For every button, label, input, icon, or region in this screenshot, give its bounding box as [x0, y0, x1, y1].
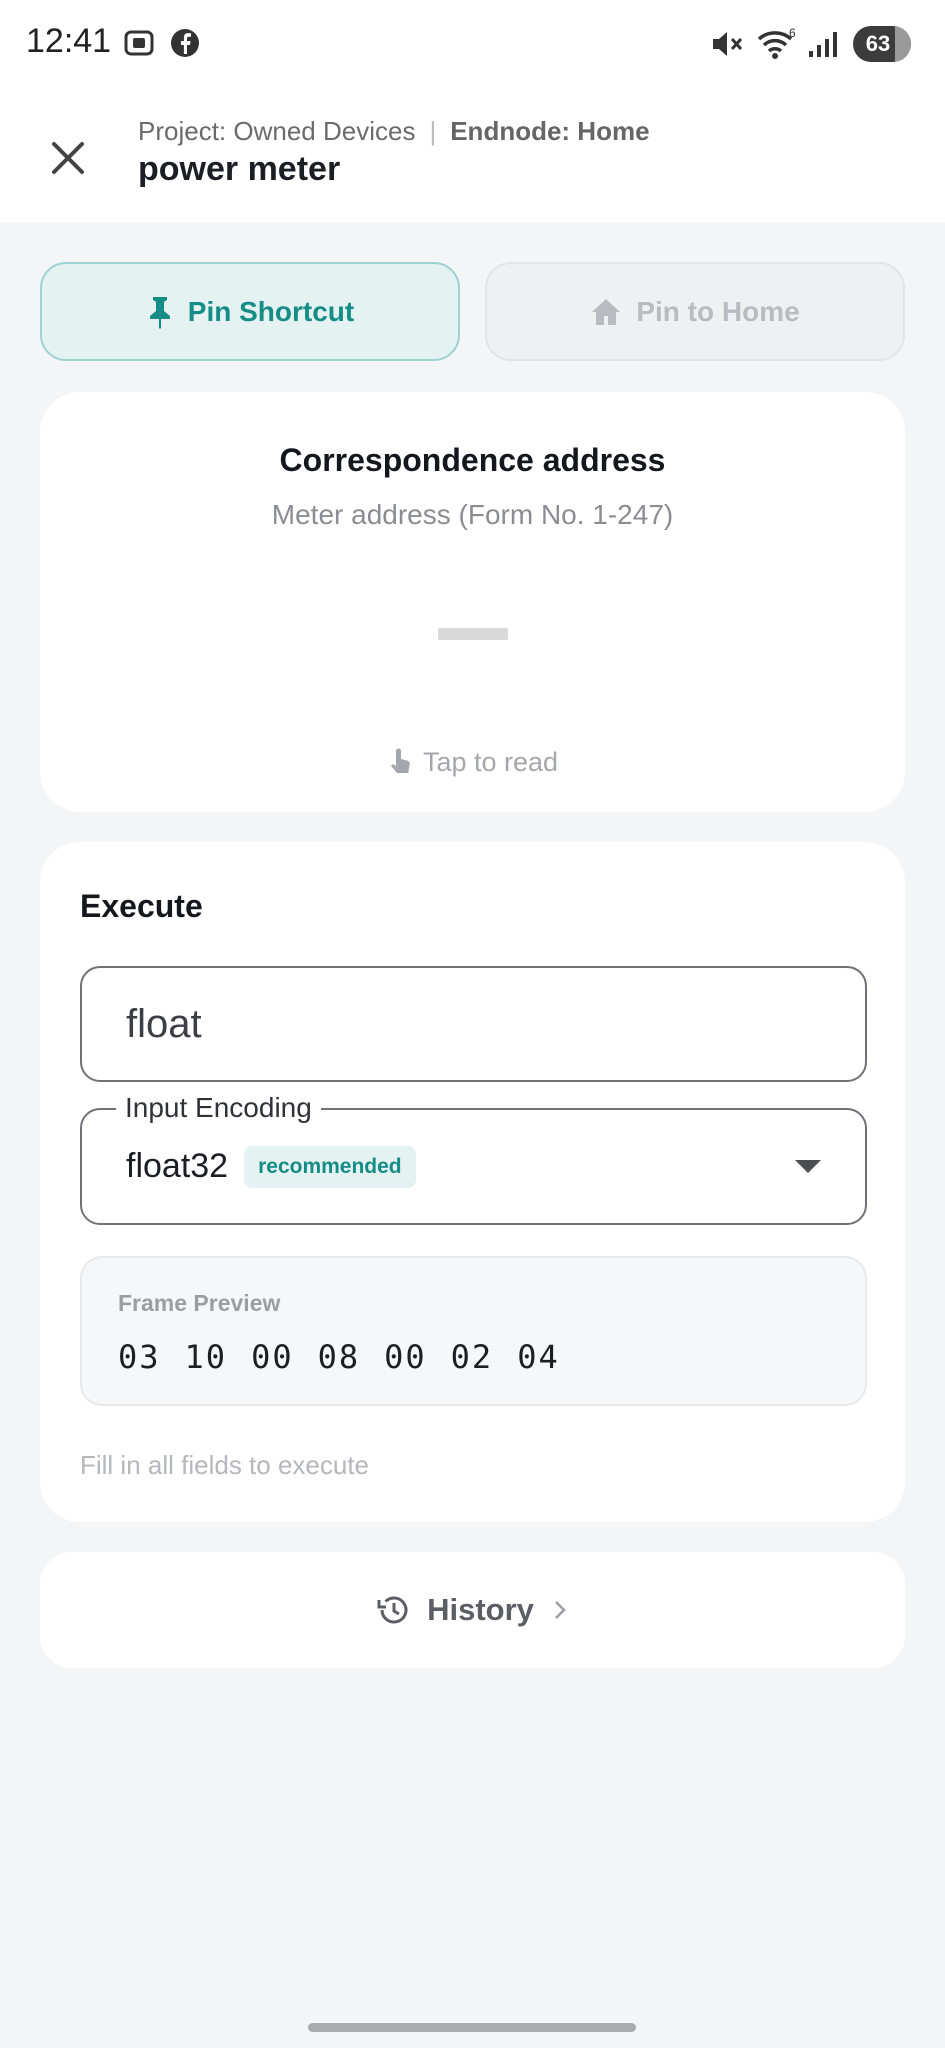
- frame-byte: 04: [517, 1338, 560, 1376]
- pin-icon: [149, 296, 170, 329]
- recommended-badge: recommended: [244, 1145, 416, 1188]
- breadcrumb-separator: |: [429, 116, 437, 146]
- pin-to-home-label: Pin to Home: [636, 295, 800, 327]
- history-label: History: [427, 1592, 534, 1627]
- execute-title: Execute: [80, 888, 203, 924]
- page-title: power meter: [138, 150, 341, 188]
- touch-icon: [390, 748, 410, 773]
- execute-card: Execute float Input Encoding float32 rec…: [40, 842, 905, 1522]
- wifi-icon: 6: [757, 27, 796, 59]
- battery-indicator: 63: [853, 26, 911, 62]
- caret-down-icon: [795, 1160, 821, 1173]
- input-encoding-value: float32: [126, 1147, 229, 1185]
- breadcrumb-endnode: Endnode: Home: [450, 116, 650, 146]
- tap-to-read-label: Tap to read: [422, 746, 559, 777]
- pin-shortcut-label: Pin Shortcut: [187, 295, 355, 327]
- frame-byte: 03: [118, 1338, 161, 1376]
- address-subtitle: Meter address (Form No. 1-247): [271, 499, 674, 530]
- frame-byte: 10: [184, 1338, 228, 1376]
- screenshot-icon: [124, 30, 154, 56]
- pin-to-home-button[interactable]: Pin to Home: [485, 262, 905, 361]
- chevron-right-icon: [555, 1601, 566, 1619]
- breadcrumb: Project: Owned Devices | Endnode: Home: [138, 116, 650, 147]
- close-button[interactable]: [38, 128, 98, 188]
- facebook-icon: [171, 29, 199, 57]
- input-encoding-select[interactable]: Input Encoding float32 recommended: [80, 1092, 867, 1225]
- frame-byte: 00: [251, 1338, 294, 1376]
- value-input-text: float: [126, 1001, 202, 1046]
- address-card: Correspondence address Meter address (Fo…: [40, 392, 905, 812]
- frame-byte: 02: [450, 1338, 494, 1376]
- input-encoding-label: Input Encoding: [116, 1092, 321, 1124]
- status-time: 12:41: [26, 22, 112, 60]
- pin-shortcut-button[interactable]: Pin Shortcut: [40, 262, 460, 361]
- frame-byte: 08: [317, 1338, 361, 1376]
- status-bar: 12:41 6 63: [0, 0, 945, 90]
- history-button[interactable]: History: [40, 1552, 905, 1668]
- svg-text:6: 6: [789, 27, 796, 40]
- app-header: Project: Owned Devices | Endnode: Home p…: [0, 90, 945, 222]
- value-input[interactable]: float: [80, 966, 867, 1082]
- home-icon: [592, 298, 621, 325]
- signal-icon: [809, 32, 837, 57]
- status-notification-icons: [122, 26, 202, 60]
- frame-bytes: 03 10 00 08 00 02 04: [118, 1338, 560, 1376]
- execute-hint: Fill in all fields to execute: [80, 1450, 370, 1480]
- status-system-icons: 6 63: [709, 26, 911, 62]
- frame-preview: Frame Preview 03 10 00 08 00 02 04: [80, 1256, 867, 1406]
- address-title: Correspondence address: [279, 442, 666, 478]
- address-value-placeholder: [438, 628, 508, 640]
- mute-icon: [713, 32, 743, 56]
- close-icon: [52, 142, 84, 174]
- frame-byte: 00: [384, 1338, 427, 1376]
- frame-preview-label: Frame Preview: [118, 1290, 281, 1316]
- history-icon: [377, 1596, 408, 1624]
- breadcrumb-project: Project: Owned Devices: [138, 116, 416, 146]
- tap-to-read-button[interactable]: Tap to read: [40, 746, 905, 778]
- home-indicator[interactable]: [308, 2023, 636, 2032]
